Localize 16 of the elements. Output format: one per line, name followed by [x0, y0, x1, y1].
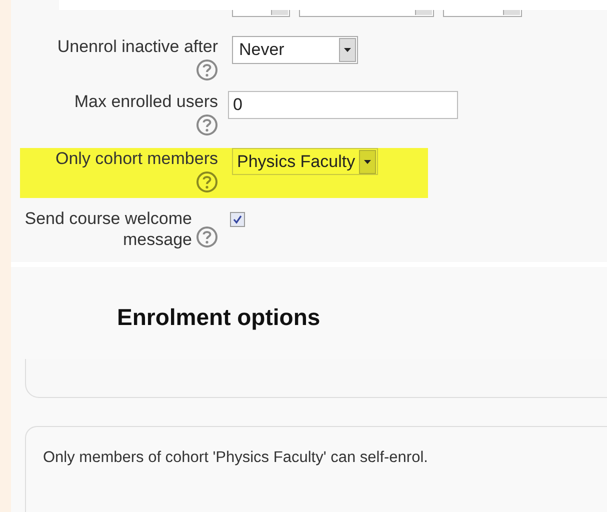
caret-icon [344, 48, 351, 52]
help-icon[interactable] [196, 171, 218, 193]
input-field[interactable]: 0 [228, 91, 458, 119]
caret-icon [364, 160, 372, 164]
field-label: Max enrolled users [74, 91, 218, 112]
field-label: Send course welcome message [24, 208, 192, 250]
field-label: Unenrol inactive after [57, 36, 218, 57]
help-icon[interactable] [196, 226, 218, 248]
help-icon[interactable] [196, 114, 218, 136]
field-label: Only cohort members [56, 148, 218, 169]
dropdown[interactable]: Never [232, 36, 358, 64]
help-icon[interactable] [196, 59, 218, 81]
page-heading: Enrolment options [117, 303, 322, 331]
notice-text: Only members of cohort 'Physics Faculty' can self-enrol. [43, 449, 428, 466]
checkbox[interactable] [230, 212, 245, 227]
dropdown[interactable]: Physics Faculty [232, 148, 378, 175]
